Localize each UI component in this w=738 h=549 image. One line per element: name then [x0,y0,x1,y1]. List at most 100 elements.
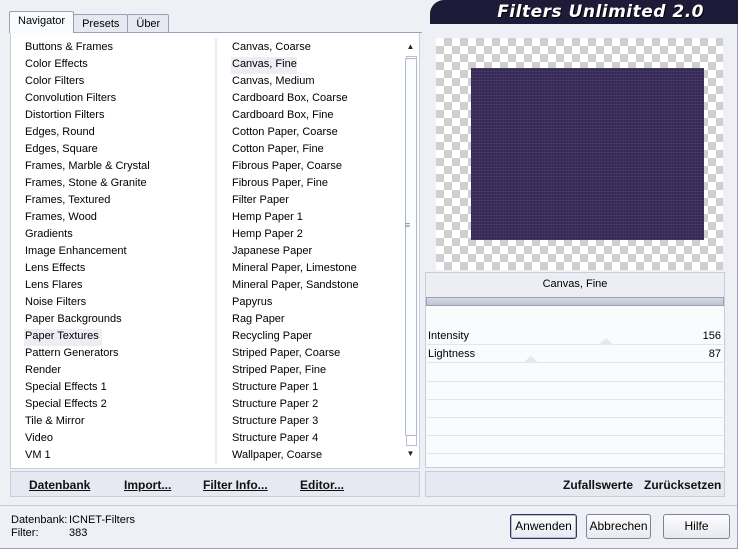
category-item[interactable]: Lens Effects [24,261,214,278]
category-item[interactable]: Convolution Filters [24,91,214,108]
database-link[interactable]: Datenbank [29,478,90,492]
param-label: Intensity [428,330,469,342]
scroll-down-icon[interactable]: ▼ [404,447,417,461]
empty-param-row [427,453,723,454]
filter-item[interactable]: Cardboard Box, Coarse [231,91,401,108]
category-item[interactable]: Frames, Textured [24,193,214,210]
category-list[interactable]: Buttons & Frames Color Effects Color Filte… [24,40,214,465]
filter-name: Canvas, Fine [426,273,724,297]
category-item[interactable]: Color Effects [24,57,214,74]
tab-navigator[interactable]: Navigator [9,11,75,33]
category-item[interactable]: VM 1 [24,448,214,465]
filter-item[interactable]: Fibrous Paper, Fine [231,176,401,193]
filter-item[interactable]: Fibrous Paper, Coarse [231,159,401,176]
category-item[interactable]: Distortion Filters [24,108,214,125]
navigator-panel: Buttons & Frames Color Effects Color Filte… [10,33,420,469]
reset-link[interactable]: Zurücksetzen [644,478,721,492]
category-item[interactable]: Buttons & Frames [24,40,214,57]
preview-progress-bar [426,297,724,306]
category-item[interactable]: Pattern Generators [24,346,214,363]
filter-item[interactable]: Mineral Paper, Limestone [231,261,401,278]
filter-info-link[interactable]: Filter Info... [203,478,268,492]
filter-item[interactable]: Striped Paper, Fine [231,363,401,380]
tab-uber[interactable]: Über [127,14,170,33]
filter-item[interactable]: Cotton Paper, Coarse [231,125,401,142]
filter-item[interactable]: Wallpaper, Coarse [231,448,401,465]
status-filter: Filter: 383 [11,527,87,539]
filter-item[interactable]: Striped Paper, Coarse [231,346,401,363]
category-item[interactable]: Special Effects 2 [24,397,214,414]
import-link[interactable]: Import... [124,478,171,492]
footer-divider [0,505,737,506]
filter-item[interactable]: Structure Paper 3 [231,414,401,431]
category-item[interactable]: Lens Flares [24,278,214,295]
category-item[interactable]: Render [24,363,214,380]
category-item[interactable]: Video [24,431,214,448]
category-item[interactable]: Gradients [24,227,214,244]
category-item[interactable]: Frames, Stone & Granite [24,176,214,193]
preview-area[interactable] [436,38,723,270]
empty-param-row [427,435,723,436]
banner-title: Filters Unlimited 2.0 [497,2,704,22]
filter-item[interactable]: Structure Paper 4 [231,431,401,448]
list-separator [215,38,217,464]
category-item[interactable]: Paper Backgrounds [24,312,214,329]
scroll-thumb[interactable] [405,58,417,436]
category-item[interactable]: Color Filters [24,74,214,91]
filter-item[interactable]: Rag Paper [231,312,401,329]
category-item[interactable]: Frames, Marble & Crystal [24,159,214,176]
category-item[interactable]: Frames, Wood [24,210,214,227]
filter-item[interactable]: Cotton Paper, Fine [231,142,401,159]
status-filter-key: Filter: [11,527,39,539]
filter-item[interactable]: Structure Paper 2 [231,397,401,414]
slider-marker-icon[interactable] [598,338,614,345]
filter-item[interactable]: Canvas, Coarse [231,40,401,57]
status-filter-value: 383 [69,527,88,539]
filter-item[interactable]: Cardboard Box, Fine [231,108,401,125]
slider-marker-icon[interactable] [523,356,539,363]
filter-item[interactable]: Recycling Paper [231,329,401,346]
param-value: 87 [708,348,721,360]
category-item[interactable]: Paper Textures [24,329,102,346]
category-item[interactable]: Special Effects 1 [24,380,214,397]
apply-button[interactable]: Anwenden [510,514,577,539]
preview-image [471,68,704,240]
category-item[interactable]: Edges, Square [24,142,214,159]
filter-list-scrollbar[interactable]: ▲ ≡ ▼ [402,38,419,465]
filter-list[interactable]: Canvas, Coarse Canvas, Fine Canvas, Medium… [231,40,401,467]
left-link-bar: Datenbank Import... Filter Info... Edito… [10,471,420,497]
filter-item[interactable]: Canvas, Medium [231,74,401,91]
category-item[interactable]: Edges, Round [24,125,214,142]
filters-unlimited-dialog: Filters Unlimited 2.0 Navigator Presets … [0,0,738,549]
editor-link[interactable]: Editor... [300,478,344,492]
filter-item[interactable]: Hemp Paper 2 [231,227,401,244]
status-database-value: ICNET-Filters [69,514,135,526]
filter-item[interactable]: Canvas, Fine [231,57,297,74]
filter-item[interactable]: Papyrus [231,295,401,312]
filter-item[interactable]: Hemp Paper 1 [231,210,401,227]
filter-item[interactable]: Japanese Paper [231,244,401,261]
scroll-grip-icon: ≡ [405,220,411,230]
category-item[interactable]: Image Enhancement [24,244,214,261]
cancel-button[interactable]: Abbrechen [586,514,651,539]
param-row-lightness[interactable]: Lightness 87 [427,346,723,363]
filter-item[interactable]: Structure Paper 1 [231,380,401,397]
filter-item[interactable]: Filter Paper [231,193,401,210]
param-value: 156 [702,330,721,342]
empty-param-row [427,417,723,418]
category-item[interactable]: Tile & Mirror [24,414,214,431]
param-row-intensity[interactable]: Intensity 156 [427,328,723,345]
tab-presets[interactable]: Presets [73,14,129,33]
status-database-key: Datenbank: [11,514,68,526]
scroll-up-icon[interactable]: ▲ [404,40,417,54]
status-database: Datenbank: ICNET-Filters [11,514,135,526]
title-banner: Filters Unlimited 2.0 [430,0,738,24]
help-button[interactable]: Hilfe [663,514,730,539]
tab-bar: Navigator Presets Über [9,11,170,33]
category-item[interactable]: Noise Filters [24,295,214,312]
empty-param-row [427,381,723,382]
random-values-link[interactable]: Zufallswerte [563,478,633,492]
filter-settings-panel: Canvas, Fine Intensity 156 Lightness 87 [425,272,725,468]
empty-param-row [427,399,723,400]
filter-item[interactable]: Mineral Paper, Sandstone [231,278,401,295]
